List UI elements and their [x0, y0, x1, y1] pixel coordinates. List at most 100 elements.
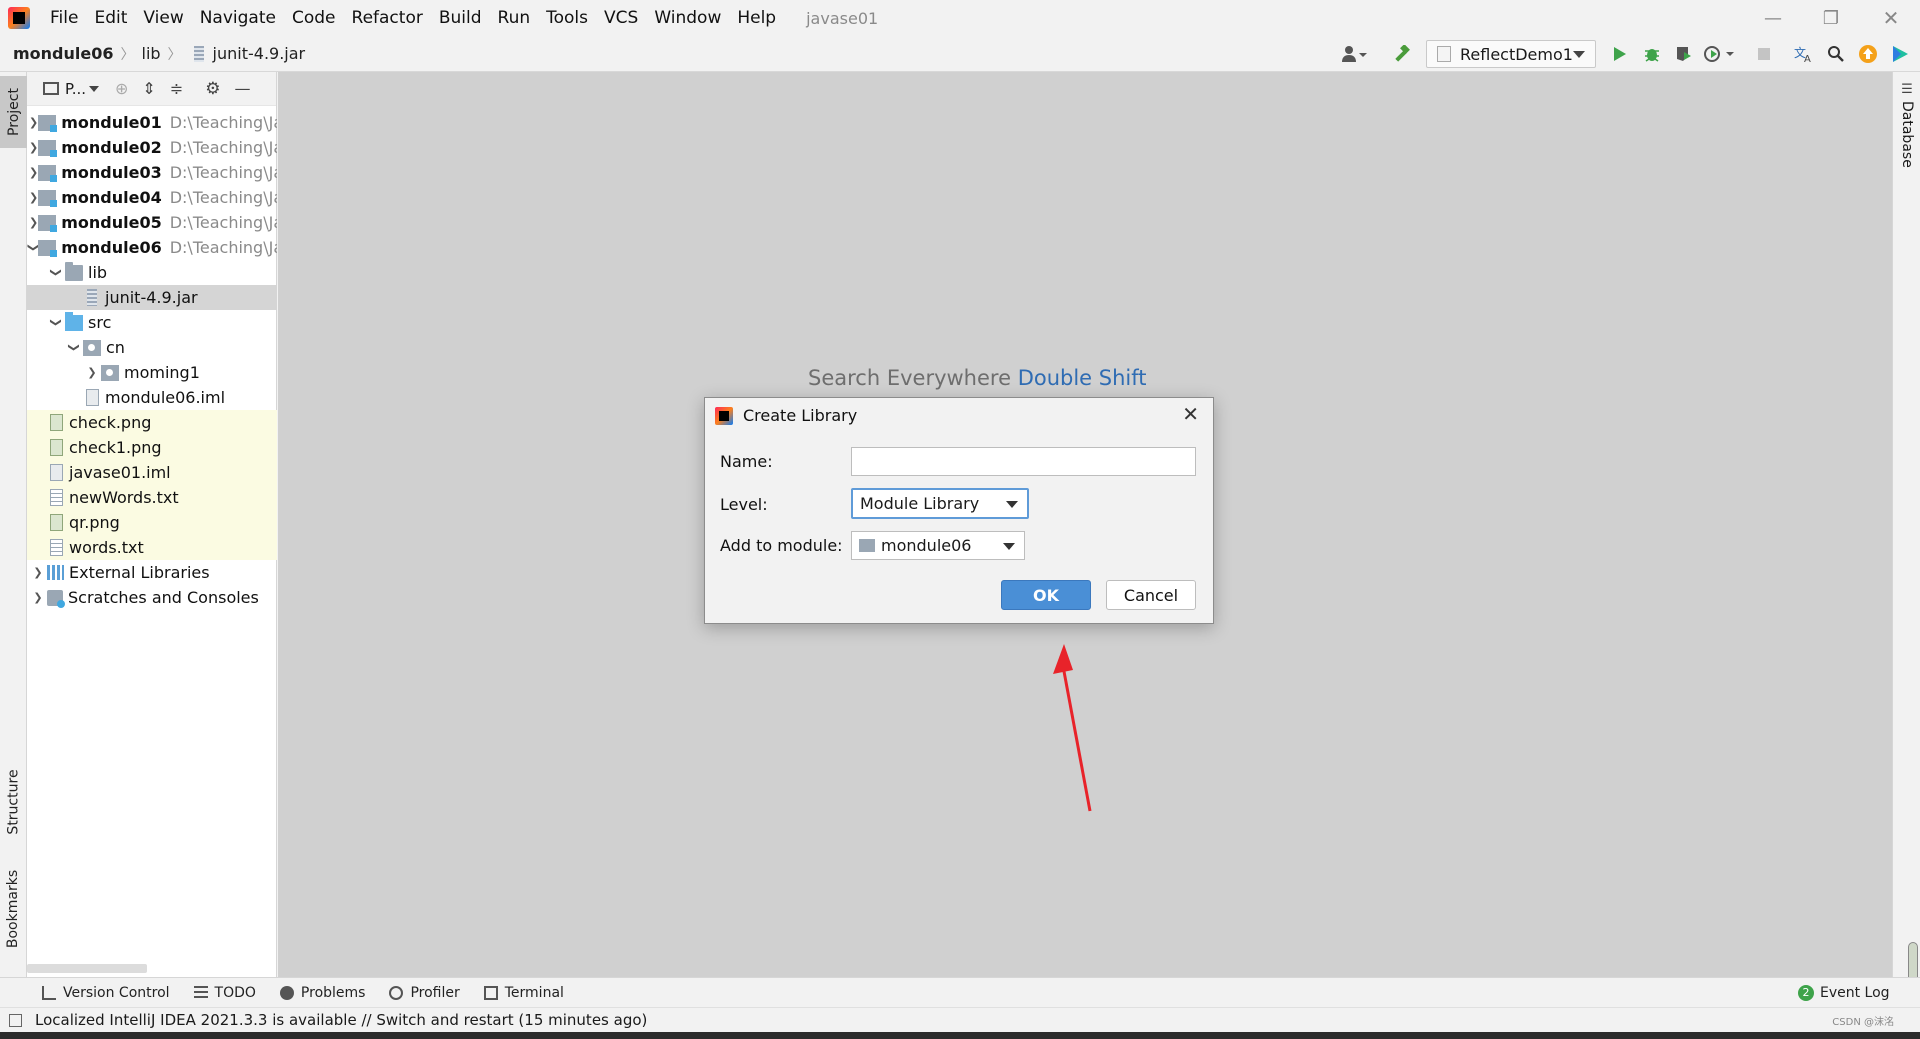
run-configuration-select[interactable]: ReflectDemo1 [1426, 40, 1596, 68]
tree-item[interactable]: ❯ mondule02 D:\Teaching\Ja [27, 135, 277, 160]
tree-item[interactable]: ❯ mondule04 D:\Teaching\Ja [27, 185, 277, 210]
run-icon[interactable] [1606, 40, 1634, 68]
intellij-logo-icon [715, 407, 733, 425]
profiler-tab[interactable]: Profiler [389, 985, 460, 1001]
tree-item[interactable]: ❯ mondule06 D:\Teaching\Ja [27, 235, 277, 260]
menu-help[interactable]: Help [729, 0, 784, 36]
horizontal-scrollbar[interactable] [27, 964, 147, 973]
pkg-icon [101, 364, 119, 381]
tree-item-label: mondule06 [61, 238, 162, 257]
update-icon[interactable] [1854, 40, 1882, 68]
chevron-right-icon[interactable]: ❯ [29, 566, 47, 579]
structure-tool-tab[interactable]: Structure [0, 760, 27, 844]
tree-item[interactable]: ❯ mondule03 D:\Teaching\Ja [27, 160, 277, 185]
menu-bar: File Edit View Navigate Code Refactor Bu… [0, 0, 1920, 36]
collapse-all-icon[interactable]: ≑ [170, 79, 183, 98]
translate-icon[interactable]: 文A [1790, 40, 1818, 68]
tree-item[interactable]: mondule06.iml [27, 385, 277, 410]
img-icon [50, 439, 63, 456]
menu-tools[interactable]: Tools [538, 0, 596, 36]
debug-icon[interactable] [1638, 40, 1666, 68]
breadcrumb-module[interactable]: mondule06 [10, 44, 117, 63]
chevron-right-icon[interactable]: ❯ [29, 216, 38, 229]
tree-item[interactable]: junit-4.9.jar [27, 285, 277, 310]
menu-view[interactable]: View [135, 0, 191, 36]
menu-code[interactable]: Code [284, 0, 344, 36]
todo-tab[interactable]: TODO [193, 985, 256, 1001]
toolbox-icon[interactable] [1886, 40, 1914, 68]
menu-navigate[interactable]: Navigate [192, 0, 284, 36]
module-icon [38, 139, 58, 157]
terminal-tab[interactable]: Terminal [483, 985, 564, 1001]
gear-icon[interactable]: ⚙ [205, 79, 220, 99]
level-select[interactable]: Module Library [851, 488, 1029, 519]
menu-file[interactable]: File [42, 0, 86, 36]
menu-vcs[interactable]: VCS [596, 0, 646, 36]
chevron-right-icon[interactable]: ❯ [83, 366, 101, 379]
tree-item[interactable]: ❯ src [27, 310, 277, 335]
search-icon[interactable] [1822, 40, 1850, 68]
tree-item[interactable]: ❯ moming1 [27, 360, 277, 385]
tree-item[interactable]: ❯ mondule01 D:\Teaching\Ja [27, 110, 277, 135]
branch-icon [42, 985, 56, 1000]
profiler-run-icon[interactable] [1702, 40, 1738, 68]
menu-window[interactable]: Window [646, 0, 729, 36]
module-select[interactable]: mondule06 [851, 531, 1025, 560]
status-message[interactable]: Localized IntelliJ IDEA 2021.3.3 is avai… [35, 1011, 647, 1029]
breadcrumb-jar[interactable]: junit-4.9.jar [210, 44, 309, 63]
user-icon[interactable] [1338, 40, 1372, 68]
tree-item[interactable]: check1.png [27, 435, 277, 460]
chevron-down-icon[interactable]: ❯ [68, 339, 81, 357]
database-tool-tab[interactable]: ☰ Database [1893, 82, 1920, 182]
close-icon[interactable]: ✕ [1862, 0, 1920, 36]
expand-all-icon[interactable]: ⇕ [142, 79, 155, 98]
tree-item[interactable]: ❯ lib [27, 260, 277, 285]
name-input[interactable] [851, 447, 1196, 476]
chevron-right-icon[interactable]: ❯ [29, 141, 38, 154]
breadcrumb-lib[interactable]: lib [139, 44, 164, 63]
tree-item[interactable]: ❯ mondule05 D:\Teaching\Ja [27, 210, 277, 235]
tree-item[interactable]: ❯ External Libraries [27, 560, 277, 585]
tree-item[interactable]: check.png [27, 410, 277, 435]
module-icon [859, 539, 875, 552]
restore-icon[interactable]: ❐ [1802, 0, 1860, 36]
module-value: mondule06 [881, 536, 972, 555]
level-label: Level: [720, 495, 768, 514]
chevron-right-icon[interactable]: ❯ [29, 166, 38, 179]
chevron-right-icon[interactable]: ❯ [29, 116, 38, 129]
coverage-icon[interactable] [1670, 40, 1698, 68]
tree-item[interactable]: newWords.txt [27, 485, 277, 510]
event-log-tab[interactable]: 2 Event Log [1798, 984, 1890, 1001]
tree-item[interactable]: ❯ Scratches and Consoles [27, 585, 277, 610]
menu-run[interactable]: Run [490, 0, 539, 36]
menu-refactor[interactable]: Refactor [344, 0, 431, 36]
version-control-tab[interactable]: Version Control [42, 985, 170, 1001]
locate-icon[interactable]: ⊕ [115, 79, 128, 98]
tree-item-path: D:\Teaching\Ja [169, 163, 277, 182]
tree-item[interactable]: ❯ cn [27, 335, 277, 360]
tree-item[interactable]: javase01.iml [27, 460, 277, 485]
src-icon [65, 311, 83, 331]
problems-tab[interactable]: Problems [279, 985, 365, 1001]
close-icon[interactable]: ✕ [1182, 402, 1199, 426]
bookmarks-tool-tab[interactable]: Bookmarks [0, 862, 27, 956]
tree-item-label: cn [106, 338, 125, 357]
stop-icon[interactable] [1750, 40, 1778, 68]
minimize-icon[interactable]: — [1744, 0, 1802, 36]
status-toggle-icon[interactable] [9, 1013, 22, 1027]
chevron-down-icon[interactable]: ❯ [50, 314, 63, 332]
menu-build[interactable]: Build [431, 0, 490, 36]
chevron-right-icon[interactable]: ❯ [29, 191, 38, 204]
cancel-button[interactable]: Cancel [1106, 580, 1196, 610]
tree-item[interactable]: qr.png [27, 510, 277, 535]
chevron-right-icon[interactable]: ❯ [29, 591, 47, 604]
project-view-select[interactable]: P... [65, 80, 86, 98]
chevron-down-icon[interactable]: ❯ [50, 264, 63, 282]
tree-item[interactable]: words.txt [27, 535, 277, 560]
tree-item-path: D:\Teaching\Ja [169, 138, 277, 157]
hide-panel-icon[interactable]: — [234, 79, 250, 98]
ok-button[interactable]: OK [1001, 580, 1091, 610]
build-hammer-icon[interactable] [1388, 40, 1416, 68]
project-tool-tab[interactable]: Project [0, 76, 27, 148]
menu-edit[interactable]: Edit [86, 0, 135, 36]
